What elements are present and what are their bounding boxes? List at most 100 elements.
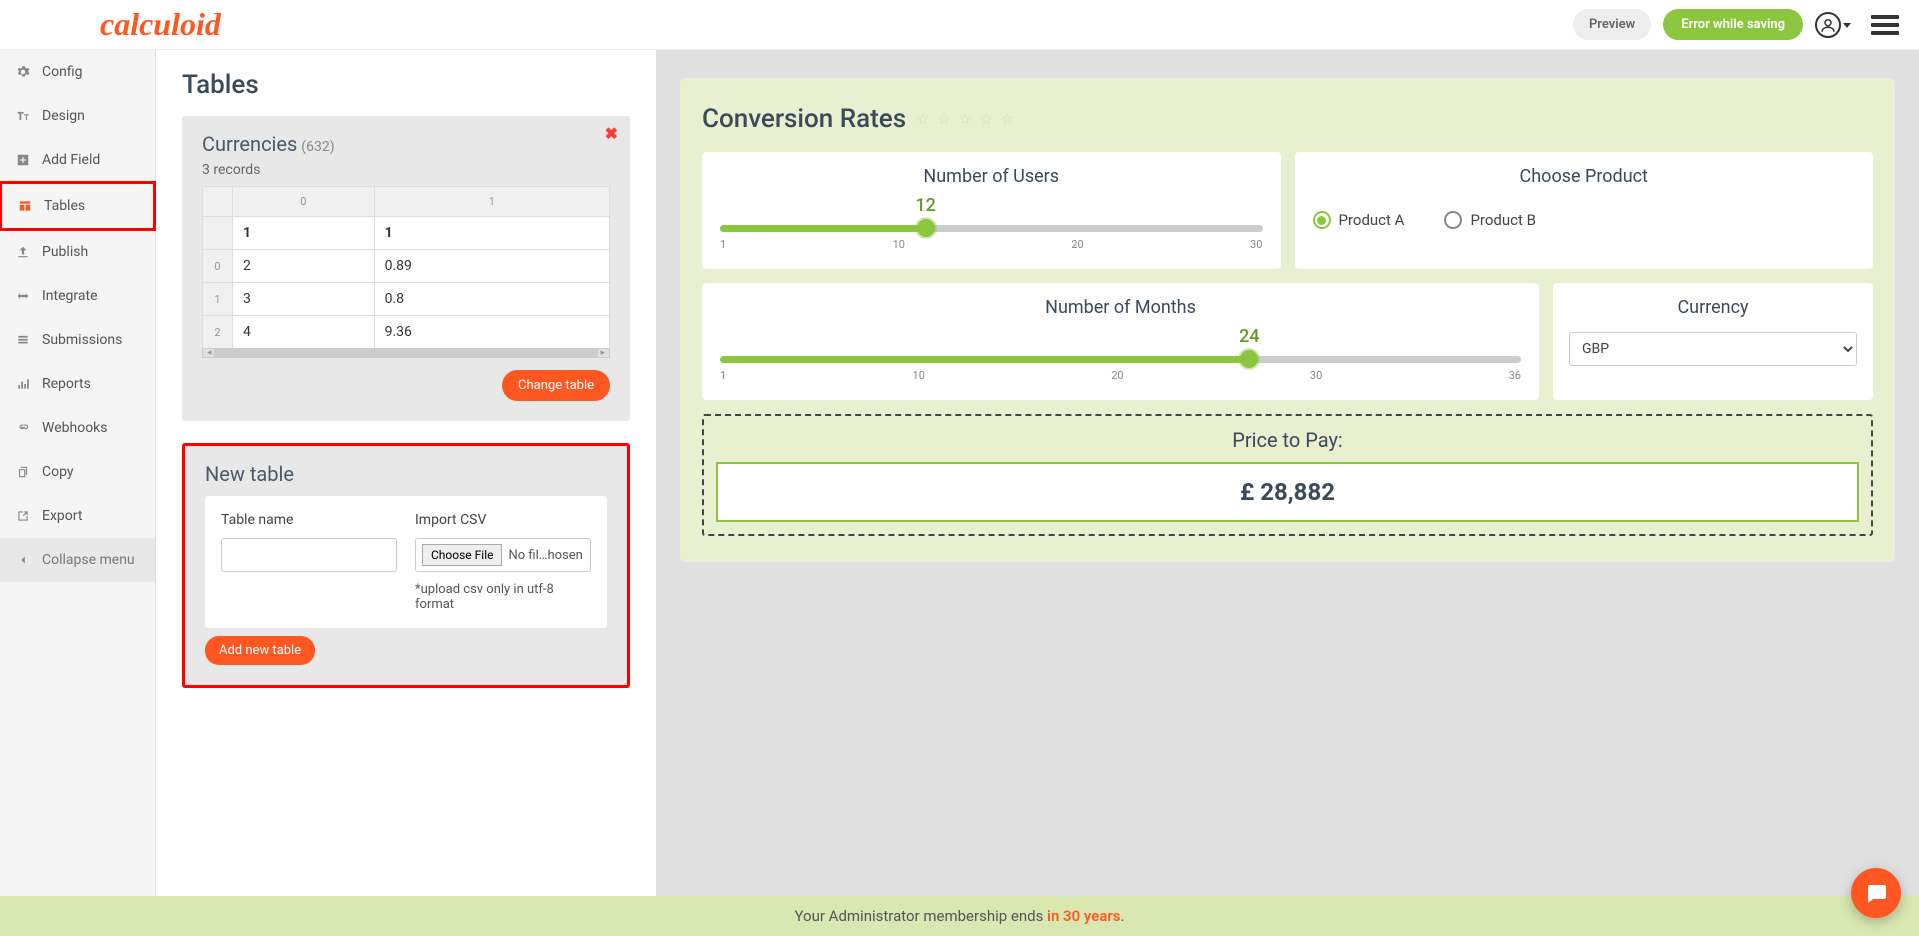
header-cell[interactable]: 1 <box>233 217 375 250</box>
product-widget: Choose Product Product A Product B <box>1295 152 1874 269</box>
sidebar-item-copy[interactable]: Copy <box>0 450 155 494</box>
sidebar-item-submissions[interactable]: Submissions <box>0 318 155 362</box>
csv-hint: *upload csv only in utf-8 format <box>415 582 591 612</box>
tick: 10 <box>913 369 925 382</box>
left-pane: Tables ✖ Currencies (632) 3 records 0 1 <box>156 50 656 936</box>
plus-square-icon <box>16 153 30 167</box>
sidebar-item-webhooks[interactable]: Webhooks <box>0 406 155 450</box>
users-slider[interactable]: 12 1 10 20 30 <box>718 201 1265 251</box>
records-label: 3 records <box>202 162 610 178</box>
gear-icon <box>16 65 30 79</box>
close-icon[interactable]: ✖ <box>605 124 618 143</box>
import-csv-label: Import CSV <box>415 512 591 528</box>
col-header: 1 <box>374 187 609 217</box>
change-table-button[interactable]: Change table <box>502 370 610 401</box>
sidebar-label: Config <box>42 64 82 80</box>
row-idx: 1 <box>203 283 233 316</box>
radio-product-b[interactable]: Product B <box>1444 211 1536 229</box>
row-idx: 0 <box>203 250 233 283</box>
sidebar-label: Webhooks <box>42 420 108 436</box>
currency-select[interactable]: GBP <box>1569 332 1857 366</box>
price-box: Price to Pay: £ 28,882 <box>702 414 1873 536</box>
export-icon <box>16 509 30 523</box>
sidebar-item-reports[interactable]: Reports <box>0 362 155 406</box>
chevron-left-icon <box>16 553 30 567</box>
sidebar-label: Export <box>42 508 82 524</box>
widget-title: Number of Users <box>718 166 1265 187</box>
table-row[interactable]: 2 4 9.36 <box>203 316 610 349</box>
tick: 10 <box>893 238 905 251</box>
row-idx <box>203 217 233 250</box>
chat-icon <box>1864 881 1888 905</box>
list-icon <box>16 333 30 347</box>
chat-button[interactable] <box>1851 868 1901 918</box>
cell[interactable]: 4 <box>233 316 375 349</box>
hamburger-menu[interactable] <box>1871 11 1899 39</box>
add-new-table-button[interactable]: Add new table <box>205 636 315 665</box>
sidebar-label: Collapse menu <box>42 552 135 568</box>
sidebar-item-config[interactable]: Config <box>0 50 155 94</box>
sidebar-label: Tables <box>44 198 85 214</box>
cell[interactable]: 0.8 <box>374 283 609 316</box>
table-icon <box>18 199 32 213</box>
cell[interactable]: 9.36 <box>374 316 609 349</box>
panel-title: New table <box>205 462 294 486</box>
tick: 20 <box>1111 369 1123 382</box>
sidebar-label: Reports <box>42 376 91 392</box>
months-slider[interactable]: 24 1 10 20 30 36 <box>718 332 1523 382</box>
tick: 1 <box>720 369 726 382</box>
new-table-form: Table name Import CSV Choose File No fil… <box>205 496 607 628</box>
table-row[interactable]: 1 3 0.8 <box>203 283 610 316</box>
choose-file-button[interactable]: Choose File <box>422 544 502 566</box>
logo: calculoid <box>100 6 221 43</box>
file-input[interactable]: Choose File No fil…hosen <box>415 538 591 572</box>
radio-label: Product B <box>1470 211 1536 229</box>
right-pane: Conversion Rates ☆ ☆ ☆ ☆ ☆ Number of Use… <box>656 50 1919 936</box>
sidebar-item-tables[interactable]: Tables <box>0 181 156 231</box>
preview-button[interactable]: Preview <box>1573 9 1651 40</box>
preview-title: Conversion Rates <box>702 104 906 134</box>
arrows-icon <box>16 289 30 303</box>
tick: 30 <box>1250 238 1262 251</box>
sidebar-item-integrate[interactable]: Integrate <box>0 274 155 318</box>
sidebar-label: Add Field <box>42 152 100 168</box>
user-menu[interactable] <box>1815 12 1841 38</box>
table-name-input[interactable] <box>221 538 397 572</box>
price-label: Price to Pay: <box>716 428 1859 452</box>
error-while-saving-button[interactable]: Error while saving <box>1663 9 1803 40</box>
sidebar-label: Copy <box>42 464 74 480</box>
sidebar-item-add-field[interactable]: Add Field <box>0 138 155 182</box>
slider-value: 24 <box>1239 326 1259 347</box>
sidebar-label: Submissions <box>42 332 122 348</box>
radio-product-a[interactable]: Product A <box>1313 211 1405 229</box>
col-idx <box>203 187 233 217</box>
bars-icon <box>16 377 30 391</box>
currencies-table[interactable]: 0 1 1 1 0 2 0.89 <box>202 186 610 349</box>
table-name-label: Table name <box>221 512 397 528</box>
table-h-scrollbar[interactable] <box>202 348 610 358</box>
users-widget: Number of Users 12 1 10 20 30 <box>702 152 1281 269</box>
table-row[interactable]: 0 2 0.89 <box>203 250 610 283</box>
tick: 1 <box>720 238 726 251</box>
cell[interactable]: 3 <box>233 283 375 316</box>
cell[interactable]: 2 <box>233 250 375 283</box>
user-icon <box>1819 16 1837 34</box>
sidebar-item-collapse[interactable]: Collapse menu <box>0 538 155 582</box>
tt-icon <box>16 109 30 123</box>
widget-title: Number of Months <box>718 297 1523 318</box>
upload-icon <box>16 245 30 259</box>
currencies-panel: ✖ Currencies (632) 3 records 0 1 1 <box>182 116 630 421</box>
copy-icon <box>16 465 30 479</box>
sidebar-item-publish[interactable]: Publish <box>0 230 155 274</box>
cell[interactable]: 0.89 <box>374 250 609 283</box>
currency-widget: Currency GBP <box>1553 283 1873 400</box>
tick: 30 <box>1310 369 1322 382</box>
sidebar-item-export[interactable]: Export <box>0 494 155 538</box>
page-title: Tables <box>182 70 630 100</box>
file-name: No fil…hosen <box>508 548 582 563</box>
sidebar-item-design[interactable]: Design <box>0 94 155 138</box>
header-cell[interactable]: 1 <box>374 217 609 250</box>
radio-label: Product A <box>1339 211 1405 229</box>
star-rating[interactable]: ☆ ☆ ☆ ☆ ☆ <box>916 110 1016 128</box>
sidebar-label: Publish <box>42 244 88 260</box>
